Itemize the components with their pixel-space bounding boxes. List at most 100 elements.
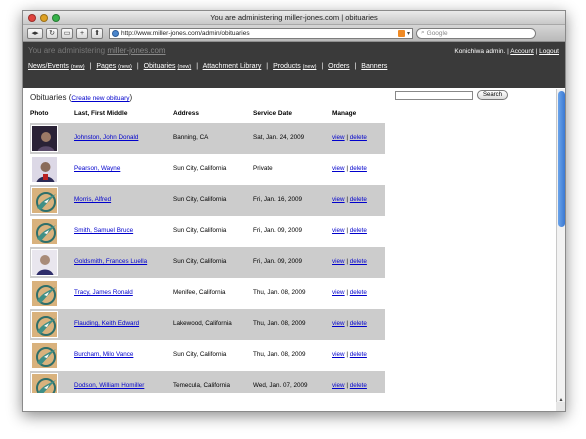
back-forward-button[interactable]: ◂▸ [27, 27, 43, 39]
vertical-scrollbar[interactable]: ▴▾ [556, 89, 565, 411]
view-link[interactable]: view [332, 165, 345, 172]
page-content: Obituaries (Create new obituary) Photo L… [23, 88, 565, 393]
delete-link[interactable]: delete [350, 351, 367, 358]
plus-icon: + [79, 29, 85, 37]
delete-link[interactable]: delete [350, 258, 367, 265]
column-name: Last, First Middle [74, 110, 128, 117]
nav-pages-new[interactable]: (new) [118, 64, 132, 70]
view-link[interactable]: view [332, 196, 345, 203]
delete-link[interactable]: delete [350, 227, 367, 234]
delete-link[interactable]: delete [350, 134, 367, 141]
table-row: Dodson, William Homiller Temecula, Califo… [30, 371, 385, 393]
sidebar-search: Search [395, 90, 509, 100]
obituary-address: Lakewood, California [173, 320, 232, 327]
title-bar: You are administering miller-jones.com |… [23, 11, 565, 25]
table-row: Flauding, Keith Edward Lakewood, Californ… [30, 309, 385, 340]
zoom-window-icon[interactable] [52, 14, 60, 22]
table-header: Photo Last, First Middle Address Service… [30, 110, 385, 120]
column-manage: Manage [332, 110, 357, 117]
admin-banner: You are administering miller-jones.com [28, 46, 166, 55]
browser-search-field[interactable]: ⌕ Google [416, 27, 536, 39]
back-forward-icon: ◂▸ [31, 30, 39, 37]
window-controls [28, 14, 60, 22]
minimize-window-icon[interactable] [40, 14, 48, 22]
separator: | [507, 48, 509, 55]
logout-link[interactable]: Logout [539, 48, 559, 55]
address-bar[interactable]: http://www.miller-jones.com/admin/obitua… [109, 27, 413, 39]
person-photo [31, 125, 58, 152]
nav-news-events[interactable]: News/Events [28, 63, 69, 70]
obituary-name-link[interactable]: Dodson, William Homiller [74, 382, 144, 389]
close-window-icon[interactable] [28, 14, 36, 22]
obituary-table: Johnston, John Donald Banning, CA Sat, Jan… [30, 123, 385, 393]
obituary-service-date: Wed, Jan. 07, 2009 [253, 382, 308, 389]
manage-actions: view | delete [332, 289, 367, 296]
nav-attachment-library[interactable]: Attachment Library [203, 63, 262, 70]
nav-products-new[interactable]: (new) [303, 64, 317, 70]
table-row: Morris, Alfred Sun City, California Fri, J… [30, 185, 385, 216]
domain-link[interactable]: miller-jones.com [107, 46, 165, 55]
obituary-name-link[interactable]: Flauding, Keith Edward [74, 320, 139, 327]
obituary-name-link[interactable]: Smith, Samuel Bruce [74, 227, 133, 234]
view-link[interactable]: view [332, 289, 345, 296]
nav-news-new[interactable]: (new) [71, 64, 85, 70]
resize-grip-icon[interactable] [556, 402, 565, 411]
rss-icon[interactable] [397, 29, 405, 37]
obituary-service-date: Thu, Jan. 08, 2009 [253, 351, 306, 358]
view-link[interactable]: view [332, 320, 345, 327]
delete-link[interactable]: delete [350, 289, 367, 296]
manage-actions: view | delete [332, 134, 367, 141]
bird-photo-icon [31, 280, 58, 307]
url-text: http://www.miller-jones.com/admin/obitua… [121, 29, 250, 37]
search-button[interactable]: Search [477, 90, 509, 100]
view-link[interactable]: view [332, 382, 345, 389]
manage-actions: view | delete [332, 320, 367, 327]
dropdown-arrow-icon[interactable]: ▾ [407, 30, 410, 37]
obituary-service-date: Sat, Jan. 24, 2009 [253, 134, 305, 141]
nav-orders[interactable]: Orders [328, 63, 349, 70]
window-title: You are administering miller-jones.com |… [210, 13, 378, 22]
obituary-name-link[interactable]: Burcham, Milo Vance [74, 351, 133, 358]
obituary-name-link[interactable]: Morris, Alfred [74, 196, 111, 203]
delete-link[interactable]: delete [350, 320, 367, 327]
nav-products[interactable]: Products [273, 63, 301, 70]
obituary-name-link[interactable]: Pearson, Wayne [74, 165, 120, 172]
view-link[interactable]: view [332, 351, 345, 358]
scrollbar-thumb[interactable] [558, 91, 565, 227]
obituary-name-link[interactable]: Goldsmith, Frances Luella [74, 258, 147, 265]
screenshot-button[interactable]: ▭ [61, 27, 73, 39]
obituary-name-link[interactable]: Tracy, James Ronald [74, 289, 133, 296]
add-bookmark-button[interactable]: + [76, 27, 88, 39]
reload-icon: ↻ [49, 30, 55, 37]
account-link[interactable]: Account [510, 48, 534, 55]
obituary-name-link[interactable]: Johnston, John Donald [74, 134, 138, 141]
nav-pages[interactable]: Pages [96, 63, 116, 70]
nav-separator: | [266, 63, 269, 70]
view-link[interactable]: view [332, 134, 345, 141]
view-link[interactable]: view [332, 258, 345, 265]
separator: | [535, 48, 538, 55]
site-search-input[interactable] [395, 90, 473, 100]
nav-banners[interactable]: Banners [361, 63, 387, 70]
create-obituary-link[interactable]: Create new obituary [71, 95, 129, 102]
nav-obituaries-new[interactable]: (new) [177, 64, 191, 70]
obituary-service-date: Thu, Jan. 08, 2009 [253, 320, 306, 327]
upload-button[interactable]: ⬆ [91, 27, 103, 39]
delete-link[interactable]: delete [350, 382, 367, 389]
view-link[interactable]: view [332, 227, 345, 234]
reload-button[interactable]: ↻ [46, 27, 58, 39]
delete-link[interactable]: delete [350, 196, 367, 203]
bird-photo-icon [31, 218, 58, 245]
nav-separator: | [354, 63, 357, 70]
browser-window: You are administering miller-jones.com |… [22, 10, 566, 412]
obituary-address: Banning, CA [173, 134, 209, 141]
column-service-date: Service Date [253, 110, 293, 117]
obituary-service-date: Fri, Jan. 09, 2009 [253, 258, 303, 265]
greeting: Konichiwa admin. [454, 48, 506, 55]
nav-obituaries[interactable]: Obituaries [144, 63, 176, 70]
obituary-service-date: Fri, Jan. 09, 2009 [253, 227, 303, 234]
browser-search-placeholder: Google [426, 29, 448, 37]
obituary-address: Menifee, California [173, 289, 226, 296]
admin-prefix: You are administering [28, 46, 106, 55]
delete-link[interactable]: delete [350, 165, 367, 172]
